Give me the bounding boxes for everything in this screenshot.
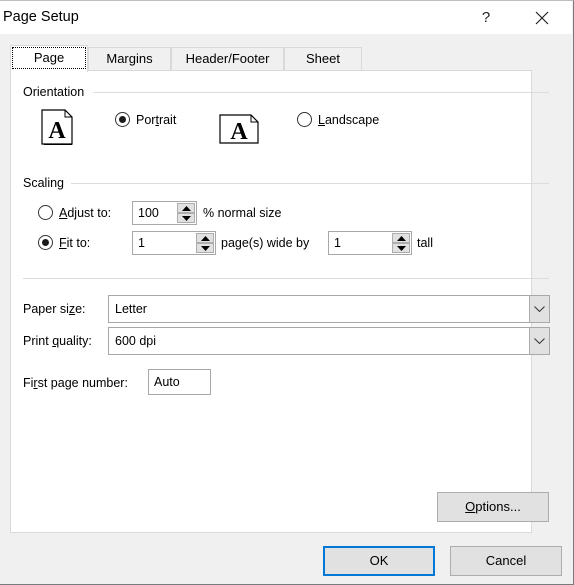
tab-page[interactable]: Page (10, 45, 88, 72)
tab-sheet[interactable]: Sheet (284, 47, 362, 71)
orientation-group-label: Orientation (23, 85, 85, 99)
page-setup-dialog: Page Setup ? Page Margins Header/Footer … (0, 0, 574, 585)
pages-tall-value[interactable]: 1 (334, 236, 341, 250)
print-quality-dropdown-button[interactable] (529, 328, 549, 354)
print-quality-select[interactable]: 600 dpi (108, 327, 550, 355)
page-tab-panel: Orientation A Portrait A Landscape Scali… (10, 70, 550, 533)
tab-margins[interactable]: Margins (88, 47, 171, 71)
spin-down-button[interactable] (177, 213, 195, 223)
portrait-label[interactable]: Portrait (136, 113, 176, 127)
arrow-up-icon (182, 206, 191, 211)
print-quality-label: Print quality: (23, 334, 92, 348)
chevron-down-icon (534, 338, 545, 344)
landscape-label[interactable]: Landscape (318, 113, 379, 127)
scaling-divider (71, 183, 549, 184)
arrow-down-icon (397, 246, 406, 251)
paper-size-select[interactable]: Letter (108, 295, 550, 323)
arrow-up-icon (201, 236, 210, 241)
scaling-group-label: Scaling (23, 176, 64, 190)
options-button[interactable]: Options... (437, 492, 549, 522)
adjust-to-radio[interactable] (38, 205, 53, 220)
spin-up-button[interactable] (392, 233, 410, 243)
landscape-page-icon: A (219, 114, 259, 144)
adjust-to-spinner[interactable]: 100 (132, 201, 197, 225)
first-page-number-label: First page number: (23, 376, 128, 390)
chevron-down-icon (534, 306, 545, 312)
adjust-to-label[interactable]: Adjust to: (59, 206, 111, 220)
paper-size-label: Paper size: (23, 302, 86, 316)
orientation-divider (93, 92, 549, 93)
pages-wide-spinner[interactable]: 1 (132, 231, 216, 255)
print-quality-value: 600 dpi (115, 334, 157, 348)
close-icon (535, 11, 549, 25)
adjust-to-suffix: % normal size (203, 206, 282, 220)
section-divider (23, 278, 549, 279)
portrait-radio[interactable] (115, 112, 130, 127)
paper-size-dropdown-button[interactable] (529, 296, 549, 322)
fit-to-radio[interactable] (38, 235, 53, 250)
first-page-number-value: Auto (154, 375, 180, 389)
close-button[interactable] (528, 5, 556, 31)
pages-wide-suffix: page(s) wide by (221, 236, 310, 250)
paper-size-value: Letter (115, 302, 147, 316)
pages-wide-value[interactable]: 1 (138, 236, 145, 250)
help-button[interactable]: ? (474, 6, 498, 30)
spin-down-button[interactable] (392, 243, 410, 253)
title-bar: Page Setup ? (0, 1, 572, 34)
pages-tall-suffix: tall (417, 236, 433, 250)
arrow-down-icon (201, 246, 210, 251)
fit-to-label[interactable]: Fit to: (59, 236, 90, 250)
portrait-page-icon: A (41, 109, 73, 145)
adjust-to-value[interactable]: 100 (138, 206, 159, 220)
arrow-up-icon (397, 236, 406, 241)
spin-up-button[interactable] (177, 203, 195, 213)
dialog-title: Page Setup (3, 9, 79, 25)
tab-header-footer[interactable]: Header/Footer (171, 47, 284, 71)
svg-text:A: A (230, 119, 248, 144)
pages-tall-spinner[interactable]: 1 (328, 231, 412, 255)
spin-up-button[interactable] (196, 233, 214, 243)
tab-page-label: Page (12, 47, 86, 69)
first-page-number-input[interactable]: Auto (148, 369, 211, 395)
ok-button[interactable]: OK (323, 546, 435, 576)
arrow-down-icon (182, 216, 191, 221)
svg-text:A: A (48, 118, 66, 144)
spin-down-button[interactable] (196, 243, 214, 253)
cancel-button[interactable]: Cancel (450, 546, 562, 576)
landscape-radio[interactable] (297, 112, 312, 127)
